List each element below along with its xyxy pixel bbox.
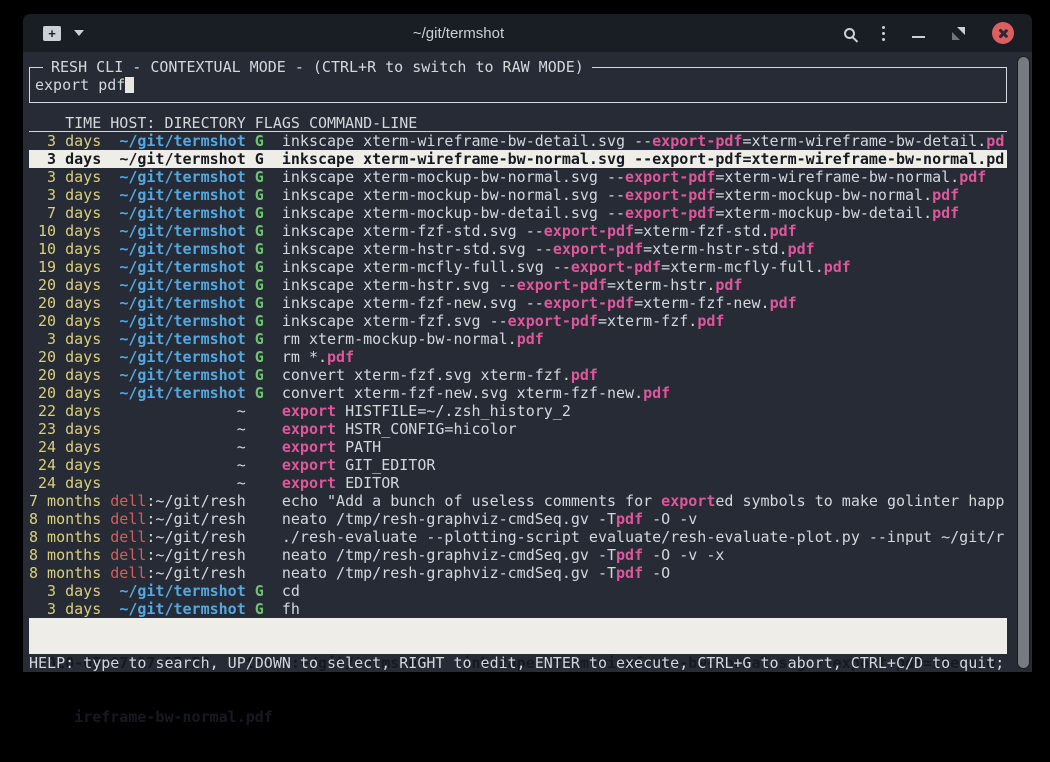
new-tab-icon[interactable]: + bbox=[43, 26, 61, 41]
details-panel: 2020-05-07 17:17:28 tower:~/git/termshot… bbox=[29, 618, 1007, 654]
kebab-menu-icon[interactable] bbox=[882, 26, 885, 41]
history-row[interactable]: 8 months dell:~/git/resh neato /tmp/resh… bbox=[29, 564, 1007, 582]
history-row[interactable]: 3 days ~/git/termshot G cd bbox=[29, 582, 1007, 600]
history-row[interactable]: 3 days ~/git/termshot G inkscape xterm-w… bbox=[29, 132, 1007, 150]
search-icon[interactable] bbox=[844, 28, 855, 39]
history-row[interactable]: 3 days ~/git/termshot G inkscape xterm-m… bbox=[29, 168, 1007, 186]
history-row[interactable]: 3 days ~/git/termshot G inkscape xterm-w… bbox=[29, 150, 1007, 168]
history-row[interactable]: 3 days ~/git/termshot G inkscape xterm-m… bbox=[29, 186, 1007, 204]
history-row[interactable]: 20 days ~/git/termshot G convert xterm-f… bbox=[29, 384, 1007, 402]
window-title: ~/git/termshot bbox=[123, 25, 794, 42]
search-input[interactable]: export pdf bbox=[35, 76, 125, 94]
restore-icon[interactable] bbox=[952, 27, 965, 40]
history-row[interactable]: 23 days ~ export HSTR_CONFIG=hicolor bbox=[29, 420, 1007, 438]
scrollbar[interactable] bbox=[1018, 57, 1029, 668]
history-row[interactable]: 24 days ~ export EDITOR bbox=[29, 474, 1007, 492]
history-row[interactable]: 20 days ~/git/termshot G inkscape xterm-… bbox=[29, 294, 1007, 312]
history-row[interactable]: 3 days ~/git/termshot G rm xterm-mockup-… bbox=[29, 330, 1007, 348]
history-row[interactable]: 20 days ~/git/termshot G inkscape xterm-… bbox=[29, 312, 1007, 330]
history-row[interactable]: 8 months dell:~/git/resh neato /tmp/resh… bbox=[29, 510, 1007, 528]
search-box[interactable]: RESH CLI - CONTEXTUAL MODE - (CTRL+R to … bbox=[29, 67, 1007, 103]
titlebar: + ~/git/termshot bbox=[23, 14, 1032, 52]
history-row[interactable]: 7 months dell:~/git/resh echo "Add a bun… bbox=[29, 492, 1007, 510]
history-row[interactable]: 10 days ~/git/termshot G inkscape xterm-… bbox=[29, 240, 1007, 258]
history-row[interactable]: 20 days ~/git/termshot G convert xterm-f… bbox=[29, 366, 1007, 384]
minimize-icon[interactable] bbox=[912, 36, 925, 38]
history-list: 3 days ~/git/termshot G inkscape xterm-w… bbox=[29, 132, 1007, 618]
history-row[interactable]: 10 days ~/git/termshot G inkscape xterm-… bbox=[29, 222, 1007, 240]
terminal-window: + ~/git/termshot RESH CLI - CONTEXTUAL M… bbox=[23, 14, 1032, 672]
search-box-label: RESH CLI - CONTEXTUAL MODE - (CTRL+R to … bbox=[43, 58, 592, 76]
history-row[interactable]: 3 days ~/git/termshot G fh bbox=[29, 600, 1007, 618]
history-row[interactable]: 22 days ~ export HISTFILE=~/.zsh_history… bbox=[29, 402, 1007, 420]
history-row[interactable]: 24 days ~ export GIT_EDITOR bbox=[29, 456, 1007, 474]
details-line2: ireframe-bw-normal.pdf bbox=[29, 708, 1007, 726]
history-row[interactable]: 8 months dell:~/git/resh neato /tmp/resh… bbox=[29, 546, 1007, 564]
history-row[interactable]: 19 days ~/git/termshot G inkscape xterm-… bbox=[29, 258, 1007, 276]
chevron-down-icon[interactable] bbox=[74, 30, 84, 36]
history-row[interactable]: 20 days ~/git/termshot G rm *.pdf bbox=[29, 348, 1007, 366]
history-row[interactable]: 24 days ~ export PATH bbox=[29, 438, 1007, 456]
help-bar: HELP: type to search, UP/DOWN to select,… bbox=[29, 654, 1007, 672]
history-row[interactable]: 20 days ~/git/termshot G inkscape xterm-… bbox=[29, 276, 1007, 294]
history-row[interactable]: 8 months dell:~/git/resh ./resh-evaluate… bbox=[29, 528, 1007, 546]
close-icon[interactable] bbox=[992, 22, 1014, 44]
table-header: TIME HOST: DIRECTORY FLAGS COMMAND-LINE bbox=[29, 114, 1007, 132]
terminal-content: RESH CLI - CONTEXTUAL MODE - (CTRL+R to … bbox=[23, 52, 1032, 672]
history-row[interactable]: 7 days ~/git/termshot G inkscape xterm-m… bbox=[29, 204, 1007, 222]
text-cursor bbox=[125, 77, 134, 93]
